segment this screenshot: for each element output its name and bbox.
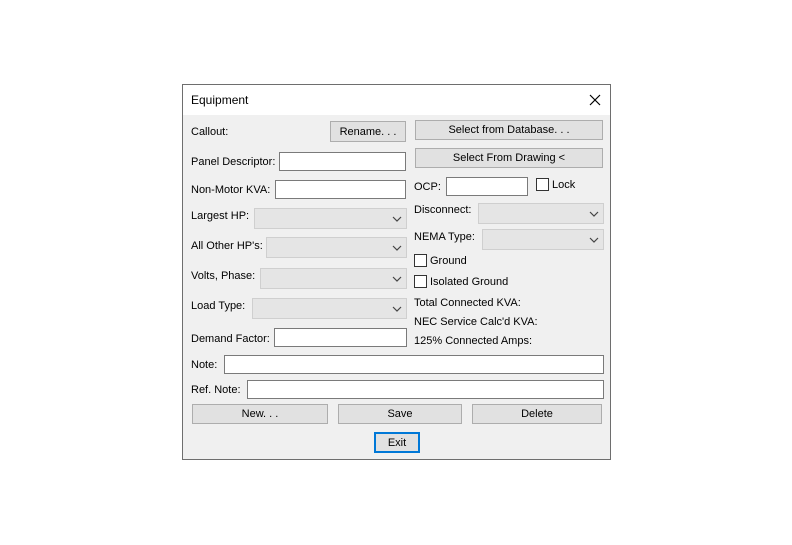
disconnect-select[interactable] — [478, 203, 604, 224]
callout-label: Callout: — [191, 126, 229, 138]
close-button[interactable] — [580, 85, 610, 115]
chevron-down-icon — [392, 276, 402, 282]
ground-label: Ground — [430, 255, 467, 267]
window-title: Equipment — [191, 93, 249, 107]
ref-note-input[interactable] — [247, 380, 604, 399]
chevron-down-icon — [589, 211, 599, 217]
panel-descriptor-label: Panel Descriptor: — [191, 156, 276, 168]
rename-button[interactable]: Rename. . . — [330, 121, 406, 142]
new-button[interactable]: New. . . — [192, 404, 328, 424]
ref-note-label: Ref. Note: — [191, 384, 241, 396]
non-motor-kva-input[interactable] — [275, 180, 406, 199]
nema-type-label: NEMA Type: — [414, 231, 475, 243]
ocp-label: OCP: — [414, 181, 441, 193]
select-from-database-button[interactable]: Select from Database. . . — [415, 120, 603, 140]
delete-button[interactable]: Delete — [472, 404, 602, 424]
lock-checkbox[interactable] — [536, 178, 549, 191]
nec-service-calcd-kva-label: NEC Service Calc'd KVA: — [414, 316, 538, 328]
title-bar: Equipment — [183, 85, 610, 115]
largest-hp-select[interactable] — [254, 208, 407, 229]
close-icon — [589, 94, 601, 106]
connected-amps-125-label: 125% Connected Amps: — [414, 335, 533, 347]
demand-factor-label: Demand Factor: — [191, 333, 270, 345]
save-button[interactable]: Save — [338, 404, 462, 424]
non-motor-kva-label: Non-Motor KVA: — [191, 184, 271, 196]
lock-label: Lock — [552, 179, 576, 191]
chevron-down-icon — [589, 237, 599, 243]
volts-phase-label: Volts, Phase: — [191, 270, 256, 282]
equipment-dialog: Equipment Callout: Rename. . . Panel Des… — [182, 84, 611, 460]
load-type-label: Load Type: — [191, 300, 246, 312]
isolated-ground-checkbox[interactable] — [414, 275, 427, 288]
chevron-down-icon — [392, 216, 402, 222]
note-input[interactable] — [224, 355, 604, 374]
demand-factor-input[interactable] — [274, 328, 407, 347]
chevron-down-icon — [392, 245, 402, 251]
nema-type-select[interactable] — [482, 229, 604, 250]
disconnect-label: Disconnect: — [414, 204, 472, 216]
select-from-drawing-button[interactable]: Select From Drawing < — [415, 148, 603, 168]
load-type-select[interactable] — [252, 298, 407, 319]
isolated-ground-label: Isolated Ground — [430, 276, 509, 288]
panel-descriptor-input[interactable] — [279, 152, 406, 171]
ground-checkbox[interactable] — [414, 254, 427, 267]
total-connected-kva-label: Total Connected KVA: — [414, 297, 521, 309]
all-other-hps-select[interactable] — [266, 237, 407, 258]
exit-button[interactable]: Exit — [374, 432, 420, 453]
volts-phase-select[interactable] — [260, 268, 407, 289]
largest-hp-label: Largest HP: — [191, 210, 250, 222]
all-other-hps-label: All Other HP's: — [191, 240, 263, 252]
note-label: Note: — [191, 359, 218, 371]
chevron-down-icon — [392, 306, 402, 312]
ocp-input[interactable] — [446, 177, 528, 196]
